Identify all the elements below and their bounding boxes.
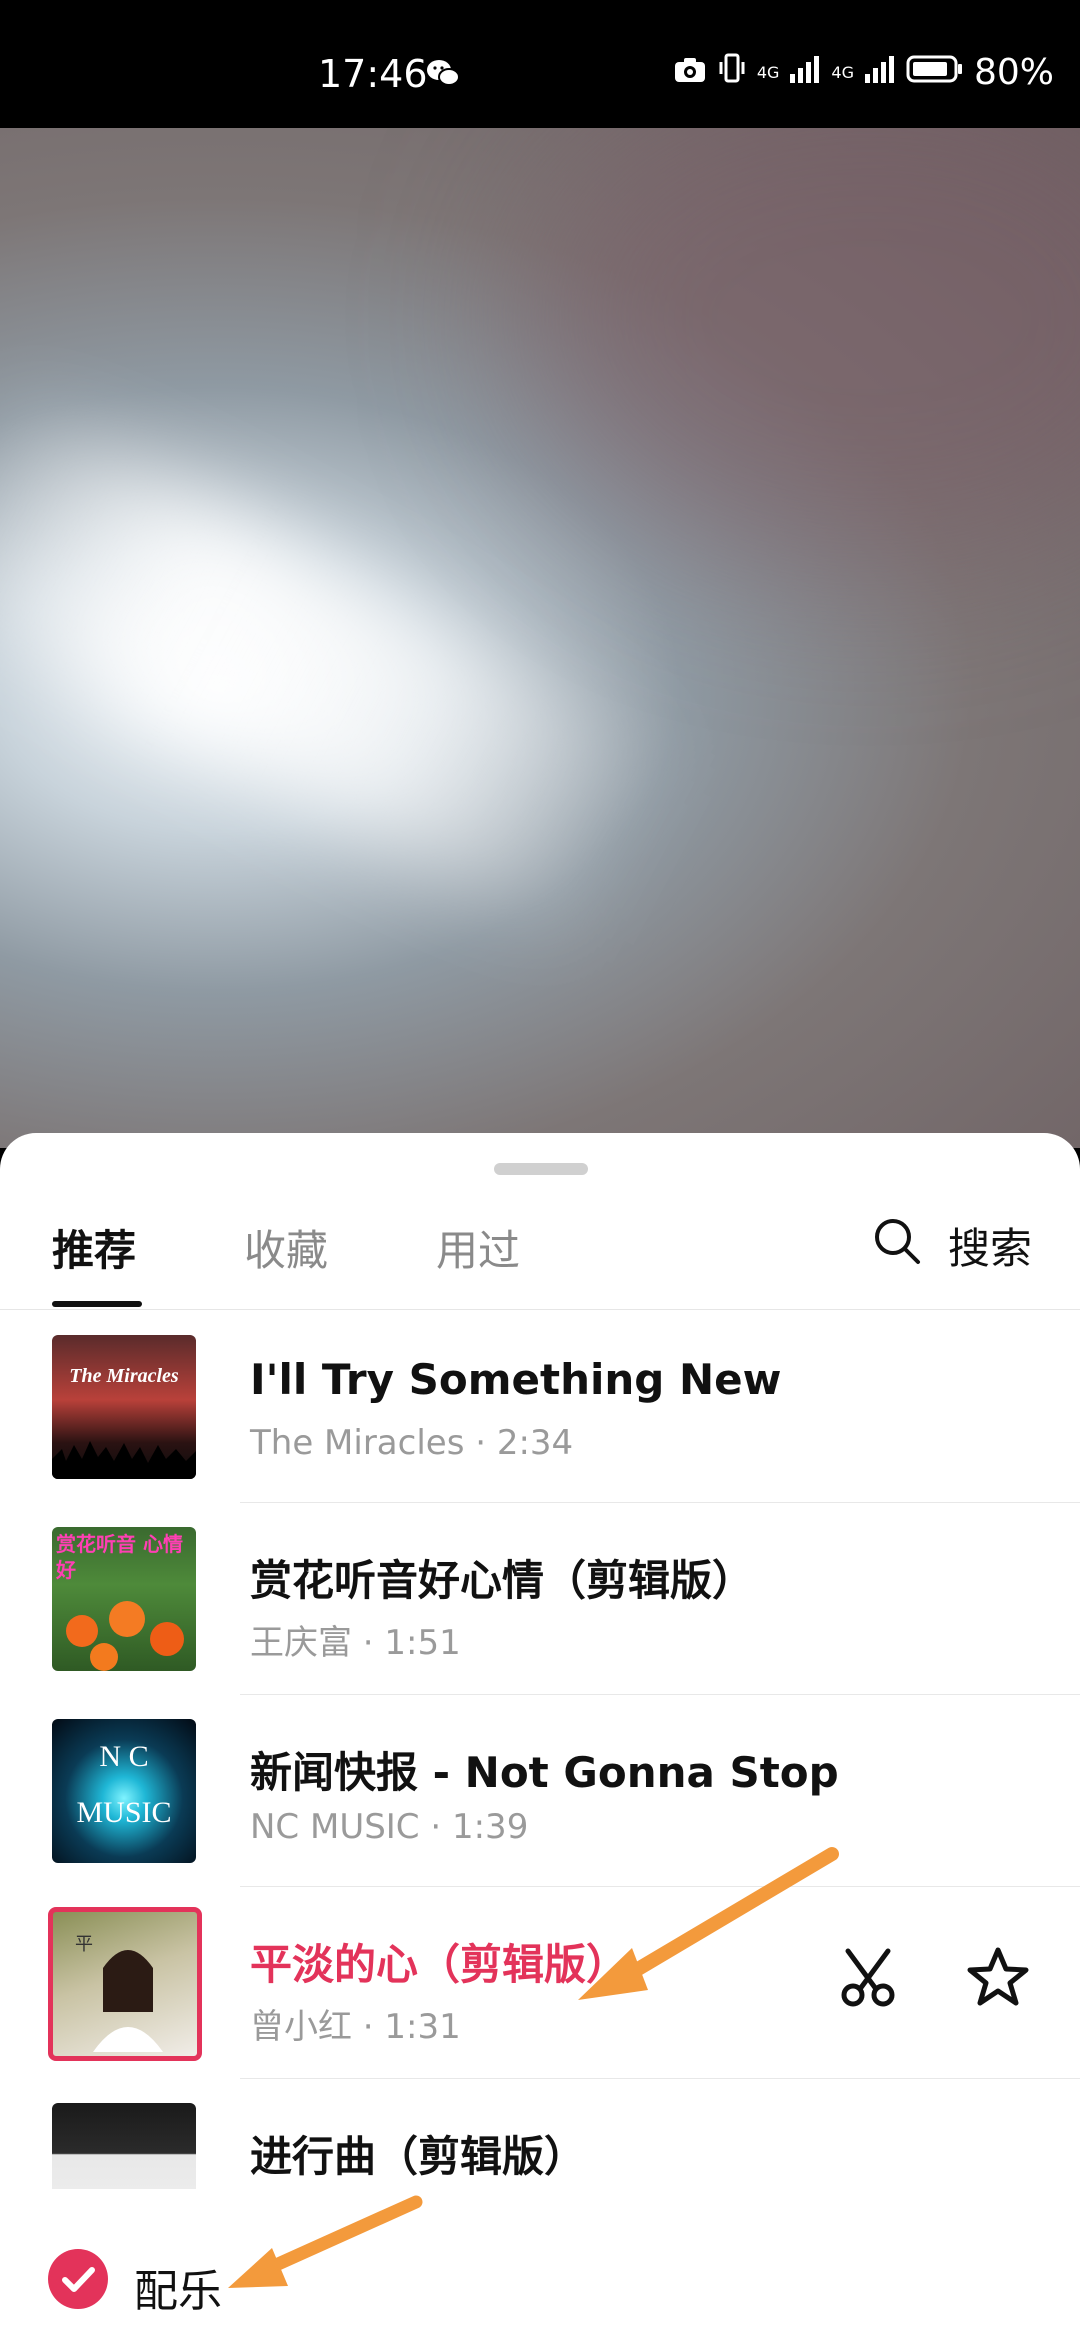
tab-bar: 推荐 收藏 用过 搜索 <box>0 1133 1080 1310</box>
song-list: The Miracles I'll Try Something New The … <box>0 1311 1080 2271</box>
song-title: I'll Try Something New <box>250 1355 782 1404</box>
song-row[interactable]: 赏花听音 心情好 赏花听音好心情（剪辑版） 王庆富 · 1:51 <box>0 1503 1080 1695</box>
wechat-icon <box>426 58 460 92</box>
song-meta: NC MUSIC · 1:39 <box>250 1807 529 1847</box>
song-title: 进行曲（剪辑版） <box>250 2132 587 2181</box>
song-row[interactable]: N C MUSIC 新闻快报 - Not Gonna Stop NC MUSIC… <box>0 1695 1080 1887</box>
vibrate-icon <box>717 52 747 93</box>
tab-indicator <box>52 1301 142 1307</box>
tab-favorites[interactable]: 收藏 <box>244 1217 328 1278</box>
row-actions <box>836 1945 1030 2013</box>
tab-used[interactable]: 用过 <box>436 1217 520 1278</box>
video-preview[interactable] <box>0 128 1080 1148</box>
album-cover: N C MUSIC <box>52 1719 196 1863</box>
song-title: 新闻快报 - Not Gonna Stop <box>250 1748 839 1797</box>
check-icon[interactable] <box>48 2249 108 2309</box>
music-sheet: 推荐 收藏 用过 搜索 The Miracles I'll Try Someth… <box>0 1133 1080 2340</box>
song-meta: The Miracles · 2:34 <box>250 1423 574 1463</box>
signal-icon-1 <box>789 52 821 93</box>
annotation-arrow-icon <box>228 2195 423 2288</box>
cover-text: 赏花听音 心情好 <box>56 1532 183 1582</box>
status-bar: 17:46 4G 4G 80% <box>0 0 1080 128</box>
album-cover: 赏花听音 心情好 <box>52 1527 196 1671</box>
cover-text: N C MUSIC <box>76 1740 172 1829</box>
album-cover: The Miracles <box>52 1335 196 1479</box>
song-meta: 王庆富 · 1:51 <box>250 1623 461 1663</box>
tab-recommended[interactable]: 推荐 <box>52 1217 136 1278</box>
song-row[interactable]: The Miracles I'll Try Something New The … <box>0 1311 1080 1503</box>
camera-icon <box>673 52 707 93</box>
song-meta: 曾小红 · 1:31 <box>250 2007 461 2047</box>
album-cover: 平 <box>48 1907 202 2061</box>
star-icon[interactable] <box>966 1945 1030 2013</box>
soundtrack-label[interactable]: 配乐 <box>134 2255 222 2319</box>
network-label-1: 4G <box>756 62 780 82</box>
network-label-2: 4G <box>831 62 854 82</box>
annotation-arrow-icon <box>578 1847 839 2000</box>
bottom-bar: 配乐 <box>0 2189 1080 2340</box>
search-button[interactable]: 搜索 <box>872 1215 1032 1276</box>
status-time: 17:46 <box>318 52 428 96</box>
search-icon <box>872 1216 922 1276</box>
song-title: 赏花听音好心情（剪辑版） <box>250 1556 755 1605</box>
battery-icon <box>906 52 964 93</box>
search-label: 搜索 <box>947 1224 1032 1273</box>
cover-text: The Miracles <box>69 1365 179 1387</box>
signal-icon-2 <box>864 52 896 93</box>
song-row-selected[interactable]: 平 平淡的心（剪辑版） 曾小红 · 1:31 <box>0 1887 1080 2079</box>
battery-percent: 80% <box>973 52 1054 93</box>
